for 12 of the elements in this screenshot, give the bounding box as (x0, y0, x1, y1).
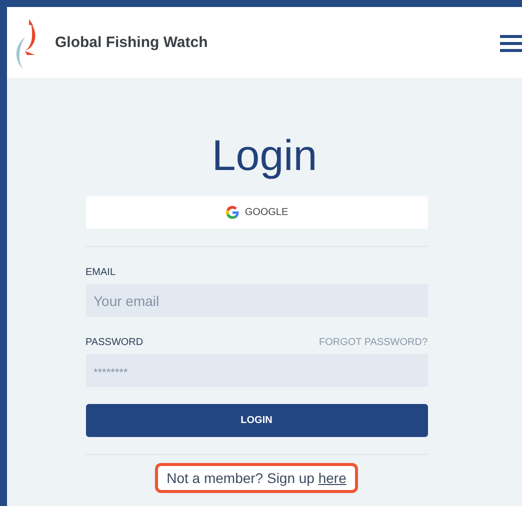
signup-link[interactable]: here (318, 470, 346, 486)
email-field[interactable]: Your email (86, 284, 428, 317)
menu-icon[interactable] (500, 32, 522, 52)
email-label: EMAIL (86, 267, 117, 278)
login-button[interactable]: LOGIN (86, 404, 428, 437)
signup-text: Not a member? Sign up here (154, 463, 358, 493)
page-title: Login (212, 131, 318, 182)
password-label: PASSWORD (86, 337, 144, 348)
brand-name[interactable]: Global Fishing Watch (55, 34, 208, 51)
google-button[interactable]: GOOGLE (86, 196, 428, 229)
password-field[interactable]: ******** (86, 354, 428, 387)
google-icon (224, 205, 240, 220)
